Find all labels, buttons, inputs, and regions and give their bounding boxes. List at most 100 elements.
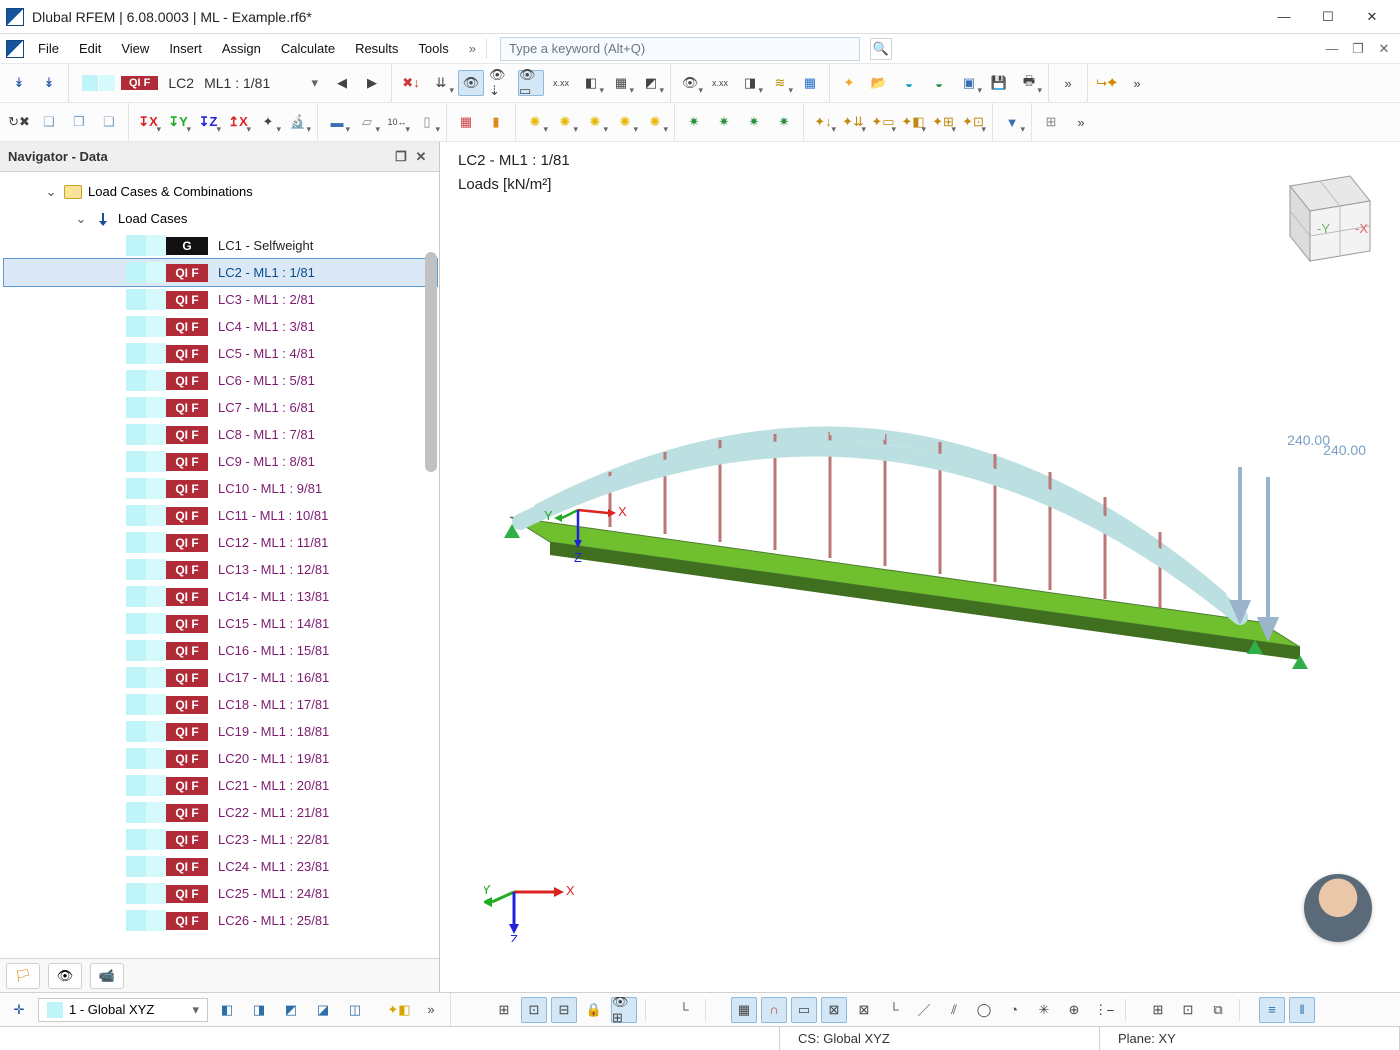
mesh-orange-icon[interactable]: ▮	[483, 109, 509, 135]
loadcase-row[interactable]: QI FLC24 - ML1 : 23/81	[4, 853, 437, 880]
eye-1-icon[interactable]: 👁	[458, 70, 484, 96]
wp-4-icon[interactable]: ◪	[310, 997, 336, 1023]
maximize-button[interactable]: ☐	[1306, 3, 1350, 31]
close-button[interactable]: ✕	[1350, 3, 1394, 31]
box-left-icon[interactable]: ❏	[36, 109, 62, 135]
print-icon[interactable]: 🖶	[1016, 70, 1042, 96]
minimize-button[interactable]: —	[1262, 3, 1306, 31]
load-case-selector[interactable]: QI F LC2 ML1 : 1/81 ▾	[75, 70, 325, 96]
loadcase-row[interactable]: QI FLC9 - ML1 : 8/81	[4, 448, 437, 475]
star-new-icon[interactable]: ✦	[836, 70, 862, 96]
cloud-1-icon[interactable]: ◒	[896, 70, 922, 96]
lc-next-icon[interactable]: ▶	[359, 70, 385, 96]
tree-group-loadcases[interactable]: ⌄ Load Cases	[4, 205, 437, 232]
snap-corner-icon[interactable]: └	[671, 997, 697, 1023]
guide-v-icon[interactable]: ‖	[1289, 997, 1315, 1023]
obj-dd-icon[interactable]: ◩	[638, 70, 664, 96]
spark-4-icon[interactable]: ✺	[612, 109, 638, 135]
search-icon[interactable]: 🔍	[870, 38, 892, 60]
load-c-icon[interactable]: ✦▭	[870, 109, 896, 135]
axis-y-icon[interactable]: ↧Y	[165, 109, 191, 135]
snap-circle-icon[interactable]: ◯	[971, 997, 997, 1023]
snap-dbl-icon[interactable]: ⫽	[941, 997, 967, 1023]
guide-overlap-icon[interactable]: ⧉	[1205, 997, 1231, 1023]
nav-tab-views-icon[interactable]: 📹	[90, 963, 124, 989]
tree-group-loadcases-comb[interactable]: ⌄ Load Cases & Combinations	[4, 178, 437, 205]
loadcase-row[interactable]: QI FLC16 - ML1 : 15/81	[4, 637, 437, 664]
overflow-1-icon[interactable]: »	[1055, 70, 1081, 96]
navigator-scrollbar[interactable]	[425, 252, 437, 472]
mesh-red-icon[interactable]: ▦	[453, 109, 479, 135]
snap-magnet-icon[interactable]: ∩	[761, 997, 787, 1023]
cloud-2-icon[interactable]: ◒	[926, 70, 952, 96]
loadcase-row[interactable]: QI FLC5 - ML1 : 4/81	[4, 340, 437, 367]
snap-lock-icon[interactable]: 🔒	[581, 997, 607, 1023]
load-b-icon[interactable]: ✦⇊	[840, 109, 866, 135]
loadcase-row[interactable]: QI FLC4 - ML1 : 3/81	[4, 313, 437, 340]
eye-arrow-icon[interactable]: 👁⇣	[488, 70, 514, 96]
menu-insert[interactable]: Insert	[159, 37, 212, 60]
snap-box-icon[interactable]: ⊠	[851, 997, 877, 1023]
star-g2-icon[interactable]: ✷	[711, 109, 737, 135]
loadcase-row[interactable]: QI FLC18 - ML1 : 17/81	[4, 691, 437, 718]
guide-h-icon[interactable]: ≡	[1259, 997, 1285, 1023]
loadcase-row[interactable]: QI FLC14 - ML1 : 13/81	[4, 583, 437, 610]
wp-2-icon[interactable]: ◨	[246, 997, 272, 1023]
loadcase-row[interactable]: QI FLC6 - ML1 : 5/81	[4, 367, 437, 394]
assistant-avatar[interactable]	[1304, 874, 1372, 942]
menu-edit[interactable]: Edit	[69, 37, 111, 60]
loadcase-row[interactable]: QI FLC13 - ML1 : 12/81	[4, 556, 437, 583]
axis-z-icon[interactable]: ↧Z	[195, 109, 221, 135]
spark-1-icon[interactable]: ✺	[522, 109, 548, 135]
grid9-icon[interactable]: ⊞	[1038, 109, 1064, 135]
loadcase-row[interactable]: QI FLC8 - ML1 : 7/81	[4, 421, 437, 448]
snap-quarter-icon[interactable]: ◔	[1001, 997, 1027, 1023]
snap-eye-icon[interactable]: 👁⊞	[611, 997, 637, 1023]
menu-overflow[interactable]: »	[463, 41, 482, 56]
loadcase-row[interactable]: QI FLC7 - ML1 : 6/81	[4, 394, 437, 421]
cs-icon[interactable]: ✛	[6, 997, 32, 1023]
snap-a-icon[interactable]: ▦	[731, 997, 757, 1023]
loadcase-row[interactable]: QI FLC20 - ML1 : 19/81	[4, 745, 437, 772]
snap-grid-3-icon[interactable]: ⊟	[551, 997, 577, 1023]
render-page-icon[interactable]: ▯	[414, 109, 440, 135]
menu-view[interactable]: View	[111, 37, 159, 60]
load-f-icon[interactable]: ✦⊡	[960, 109, 986, 135]
loadcase-row[interactable]: QI FLC25 - ML1 : 24/81	[4, 880, 437, 907]
coord-system-selector[interactable]: 1 - Global XYZ ▾	[38, 998, 208, 1022]
doc-close-icon[interactable]: ✕	[1374, 39, 1394, 59]
snap-grid-1-icon[interactable]: ⊞	[491, 997, 517, 1023]
keyword-search[interactable]: Type a keyword (Alt+Q)	[500, 37, 860, 61]
tool-b1-icon[interactable]: ⇊	[428, 70, 454, 96]
model-viewport[interactable]: LC2 - ML1 : 1/81 Loads [kN/m²] -X -Y 240…	[440, 142, 1400, 992]
xxx-label-icon[interactable]: x.xx	[548, 70, 574, 96]
load-e-icon[interactable]: ✦⊞	[930, 109, 956, 135]
grid-dd-icon[interactable]: ▦	[608, 70, 634, 96]
snap-cross-icon[interactable]: ⊠	[821, 997, 847, 1023]
loadcase-row[interactable]: QI FLC22 - ML1 : 21/81	[4, 799, 437, 826]
axis-neg-x-icon[interactable]: ↥X	[225, 109, 251, 135]
wp-overflow-icon[interactable]: »	[418, 997, 444, 1023]
nav-tab-data-icon[interactable]: 🏳	[6, 963, 40, 989]
axis-combined-icon[interactable]: ✦	[255, 109, 281, 135]
snap-line-icon[interactable]: ／	[911, 997, 937, 1023]
open-folder-icon[interactable]: 📂	[866, 70, 892, 96]
menu-tools[interactable]: Tools	[408, 37, 458, 60]
menu-file[interactable]: File	[28, 37, 69, 60]
nav-tab-display-icon[interactable]: 👁	[48, 963, 82, 989]
spark-3-icon[interactable]: ✺	[582, 109, 608, 135]
delete-load-icon[interactable]: ✖↓	[398, 70, 424, 96]
navigator-tree[interactable]: ⌄ Load Cases & Combinations ⌄ Load Cases…	[0, 172, 439, 958]
overflow-3-icon[interactable]: »	[1068, 109, 1094, 135]
star-g3-icon[interactable]: ✷	[741, 109, 767, 135]
table-icon[interactable]: ▦	[797, 70, 823, 96]
microscope-icon[interactable]: 🔬	[285, 109, 311, 135]
load-arrow-down-1-icon[interactable]: ↡	[6, 70, 32, 96]
overflow-2-icon[interactable]: »	[1124, 70, 1150, 96]
block-dd-icon[interactable]: ▣	[956, 70, 982, 96]
wp-5-icon[interactable]: ◫	[342, 997, 368, 1023]
snap-star-icon[interactable]: ✳	[1031, 997, 1057, 1023]
navigator-close-icon[interactable]: ✕	[411, 147, 431, 167]
save-icon[interactable]: 💾	[986, 70, 1012, 96]
load-arrow-down-2-icon[interactable]: ↡	[36, 70, 62, 96]
